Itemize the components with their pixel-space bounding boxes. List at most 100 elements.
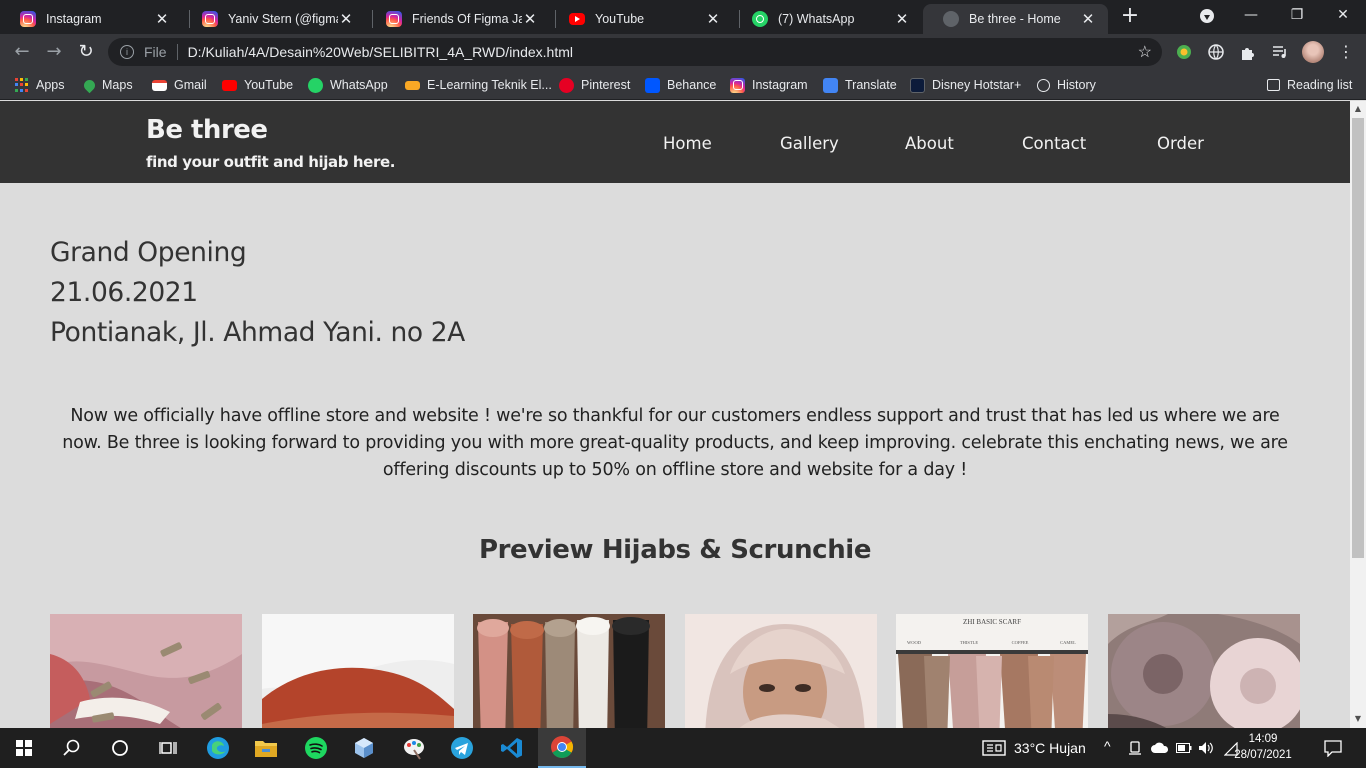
grand-opening-announcement: Grand Opening 21.06.2021 Pontianak, Jl. … — [50, 233, 465, 353]
new-tab-button[interactable]: + — [1118, 5, 1142, 29]
volume-icon[interactable] — [1198, 740, 1214, 756]
product-photo[interactable] — [50, 614, 242, 728]
bookmark-instagram[interactable]: Instagram — [730, 76, 808, 94]
scarf-color-label: COFFEE — [1012, 640, 1029, 645]
browser-tab[interactable]: Friends Of Figma Jakar ✕ — [366, 4, 550, 34]
bookmark-whatsapp[interactable]: WhatsApp — [308, 76, 388, 94]
profile-avatar[interactable] — [1302, 41, 1324, 63]
close-icon[interactable]: ✕ — [338, 10, 354, 28]
product-photo[interactable]: ZHI BASIC SCARF WOOD THISTLE COFFEE CAME… — [896, 614, 1088, 728]
bookmark-apps[interactable]: Apps — [14, 76, 65, 94]
scroll-down-icon[interactable]: ▼ — [1353, 714, 1363, 724]
bookmark-label: Behance — [667, 78, 717, 92]
bookmark-gmail[interactable]: Gmail — [152, 76, 207, 94]
notification-icon[interactable] — [1324, 739, 1342, 757]
product-photo[interactable] — [262, 614, 454, 728]
bookmark-label: History — [1057, 78, 1096, 92]
weather-text[interactable]: 33°C Hujan — [1014, 740, 1086, 756]
close-icon[interactable]: ✕ — [894, 10, 910, 28]
windows-taskbar: 33°C Hujan ^ 14:09 28/07/2021 — [0, 728, 1366, 768]
info-icon[interactable]: i — [120, 45, 134, 59]
start-icon[interactable] — [0, 728, 48, 768]
cloud-icon[interactable] — [1150, 741, 1170, 755]
telegram-icon[interactable] — [438, 728, 486, 768]
taskbar-clock[interactable]: 14:09 28/07/2021 — [1232, 731, 1294, 763]
virtualbox-icon[interactable] — [340, 728, 388, 768]
product-photo[interactable] — [685, 614, 877, 728]
browser-tab-active[interactable]: Be three - Home ✕ — [923, 4, 1108, 34]
forward-icon[interactable]: → — [42, 40, 66, 64]
tray-expand-icon[interactable]: ^ — [1104, 738, 1111, 754]
bookmark-elearning[interactable]: E-Learning Teknik El... — [405, 76, 552, 94]
product-photo[interactable] — [1108, 614, 1300, 728]
menu-icon[interactable]: ⋮ — [1338, 42, 1354, 61]
tab-title: Yaniv Stern (@figma_t — [228, 12, 338, 26]
apps-grid-icon — [14, 77, 29, 93]
window-close-icon[interactable]: ✕ — [1320, 0, 1366, 30]
product-photo[interactable] — [473, 614, 665, 728]
back-icon[interactable]: ← — [10, 40, 34, 64]
close-icon[interactable]: ✕ — [154, 10, 170, 28]
scarf-color-label: WOOD — [907, 640, 922, 645]
reload-icon[interactable]: ↻ — [74, 40, 98, 64]
bookmark-label: YouTube — [244, 78, 294, 92]
bookmark-translate[interactable]: Translate — [823, 76, 897, 94]
paint-icon[interactable] — [390, 728, 438, 768]
browser-tab[interactable]: Instagram ✕ — [0, 4, 182, 34]
bookmark-maps[interactable]: Maps — [81, 76, 133, 94]
nav-about[interactable]: About — [905, 134, 954, 153]
nav-order[interactable]: Order — [1157, 134, 1204, 153]
browser-tab[interactable]: Yaniv Stern (@figma_t ✕ — [182, 4, 366, 34]
youtube-icon — [222, 79, 237, 91]
browser-tab[interactable]: (7) WhatsApp ✕ — [732, 4, 922, 34]
bookmark-label: E-Learning Teknik El... — [427, 78, 552, 92]
close-icon[interactable]: ✕ — [1080, 10, 1096, 28]
device-icon[interactable] — [1128, 741, 1142, 755]
translate-extension-icon[interactable] — [1207, 43, 1225, 61]
brand-title[interactable]: Be three — [146, 115, 268, 145]
bookmark-youtube[interactable]: YouTube — [222, 76, 293, 94]
news-weather-icon[interactable] — [982, 740, 1006, 756]
bookmark-star-icon[interactable]: ☆ — [1138, 42, 1152, 62]
instagram-icon — [730, 77, 745, 93]
chrome-icon[interactable] — [538, 728, 586, 768]
tab-title: YouTube — [595, 12, 645, 26]
tab-search-icon[interactable] — [1200, 9, 1214, 23]
scarf-color-label: THISTLE — [960, 640, 978, 645]
file-explorer-icon[interactable] — [242, 728, 290, 768]
reading-list-button[interactable]: Reading list — [1267, 76, 1352, 94]
extension-icon[interactable] — [1175, 43, 1193, 61]
maps-icon — [81, 77, 98, 93]
url-text[interactable]: D:/Kuliah/4A/Desain%20Web/SELIBITRI_4A_R… — [188, 44, 573, 60]
bookmark-hotstar[interactable]: Disney Hotstar+ — [910, 76, 1021, 94]
browser-tab[interactable]: YouTube ✕ — [549, 4, 733, 34]
address-bar[interactable]: i File D:/Kuliah/4A/Desain%20Web/SELIBIT… — [108, 38, 1162, 66]
scrollbar-thumb[interactable] — [1352, 118, 1364, 558]
bookmark-label: Disney Hotstar+ — [932, 78, 1022, 92]
close-icon[interactable]: ✕ — [705, 10, 721, 28]
bookmark-history[interactable]: History — [1037, 76, 1096, 94]
reading-list-label: Reading list — [1287, 78, 1353, 92]
puzzle-icon[interactable] — [1239, 43, 1257, 61]
edge-icon[interactable] — [194, 728, 242, 768]
scroll-up-icon[interactable]: ▲ — [1353, 104, 1363, 114]
restore-icon[interactable]: ❐ — [1274, 0, 1320, 30]
bookmark-behance[interactable]: Behance — [645, 76, 716, 94]
close-icon[interactable]: ✕ — [522, 10, 538, 28]
hotstar-icon — [910, 77, 925, 93]
nav-gallery[interactable]: Gallery — [780, 134, 839, 153]
minimize-icon[interactable]: — — [1228, 0, 1274, 30]
battery-icon[interactable] — [1176, 743, 1192, 753]
spotify-icon[interactable] — [292, 728, 340, 768]
media-control-icon[interactable] — [1271, 43, 1289, 61]
nav-home[interactable]: Home — [663, 134, 712, 153]
cortana-icon[interactable] — [96, 728, 144, 768]
pinterest-icon — [559, 77, 574, 93]
search-icon[interactable] — [48, 728, 96, 768]
bookmark-label: Maps — [102, 78, 133, 92]
nav-contact[interactable]: Contact — [1022, 134, 1086, 153]
bookmark-pinterest[interactable]: Pinterest — [559, 76, 630, 94]
scheme-label: File — [144, 44, 167, 60]
vscode-icon[interactable] — [488, 728, 536, 768]
task-view-icon[interactable] — [144, 728, 192, 768]
